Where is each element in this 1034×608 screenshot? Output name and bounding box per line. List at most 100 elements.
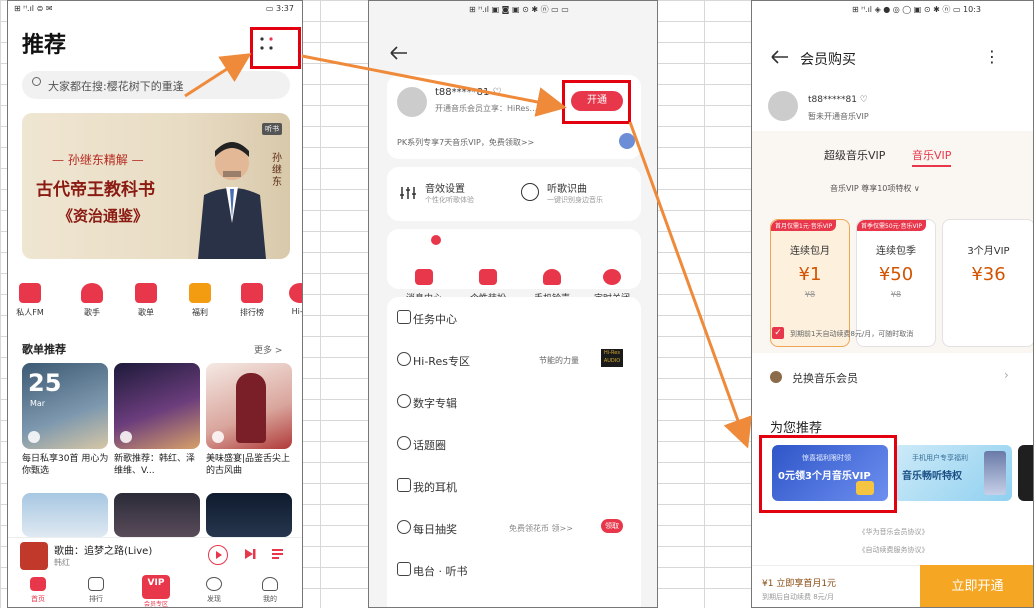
quick-item-welfare[interactable]: 福利	[180, 283, 220, 318]
play-icon[interactable]	[212, 431, 224, 443]
player-title: 歌曲：追梦之路(Live)	[54, 546, 153, 557]
quick-item-singer[interactable]: 歌手	[72, 283, 112, 318]
playlist-tile-night[interactable]	[206, 493, 292, 537]
user-subtitle: 开通音乐会员立享：HiRes...	[435, 104, 538, 113]
search-placeholder: 大家都在搜:樱花树下的重逢	[48, 80, 184, 93]
playlist-queue-icon[interactable]	[270, 546, 286, 566]
package-name: 连续包月	[790, 246, 830, 257]
quick-item-hires[interactable]: Hi-R	[280, 283, 302, 316]
chat-bubble-icon	[415, 269, 433, 285]
tab-mine[interactable]: 我的	[250, 577, 290, 604]
playlist-section-title: 歌单推荐	[22, 343, 66, 356]
promo-link[interactable]: PK系列专享7天音乐VIP，免费领取>>	[397, 137, 534, 148]
gift-icon	[397, 520, 411, 534]
recommend-card-3[interactable]	[1018, 445, 1033, 501]
menu-item-hires[interactable]: Hi-Res专区	[397, 352, 470, 369]
hires-hint: 节能的力量	[539, 356, 579, 365]
back-arrow-icon[interactable]	[770, 49, 790, 69]
menu-item-lottery[interactable]: 每日抽奖	[397, 520, 457, 537]
banner-side-name: 孙继东	[272, 153, 282, 188]
package-name: 连续包季	[876, 246, 916, 257]
user-subtitle: 暂未开通音乐VIP	[808, 112, 869, 121]
agreement-2[interactable]: 《自动续费服务协议》	[752, 545, 1033, 555]
back-arrow-icon[interactable]	[389, 45, 409, 65]
sound-settings-sub: 个性化听歌体验	[425, 196, 474, 204]
agreement-1[interactable]: 《华为音乐会员协议》	[752, 527, 1033, 537]
play-icon[interactable]	[120, 431, 132, 443]
menu-item-digital-album[interactable]: 数字专辑	[397, 394, 457, 411]
recommend-card-2[interactable]: 手机用户专享福利 音乐畅听特权	[894, 445, 1012, 501]
package-tag: 首月仅需1元·音乐VIP	[771, 220, 837, 231]
lottery-hint: 免费领花币 领>>	[509, 524, 573, 533]
exchange-row[interactable]: 兑换音乐会员 ›	[752, 353, 1033, 399]
song-id-title[interactable]: 听歌识曲	[547, 180, 587, 195]
tile-month: Mar	[30, 399, 46, 408]
avatar[interactable]	[768, 91, 798, 121]
playlist-tile-ancient[interactable]	[206, 363, 292, 449]
package-original: ¥8	[804, 290, 816, 299]
package-tag: 首季仅需50元·音乐VIP	[857, 220, 927, 231]
promo-icon	[619, 133, 635, 149]
quick-item-fm[interactable]: 私人FM	[10, 283, 50, 318]
package-price: ¥36	[971, 264, 1006, 285]
playlist-tile-sky[interactable]	[22, 493, 108, 537]
song-id-sub: 一键识别身边音乐	[547, 196, 603, 204]
tab-discover[interactable]: 发现	[194, 577, 234, 604]
quick-item-chart[interactable]: 排行榜	[232, 283, 272, 318]
bottom-tab-bar: 首页 排行 VIP 会员专区 发现 我的	[8, 573, 302, 608]
tab-home[interactable]: 首页	[18, 577, 58, 604]
gift-icon	[189, 283, 211, 303]
menu-item-topics[interactable]: 话题圈	[397, 436, 446, 453]
tile-caption: 每日私享30首 用心为你甄选	[22, 454, 109, 476]
tile-caption: 新歌推荐：韩红、泽维维、V...	[114, 454, 196, 476]
status-bar-right: ▭ 3:37	[265, 4, 294, 13]
tab-music-vip[interactable]: 音乐VIP	[912, 147, 952, 167]
more-options-icon[interactable]: ⋮	[984, 47, 1000, 66]
banner-line2: 古代帝王教科书	[36, 180, 155, 200]
playlist-tile-new[interactable]	[114, 363, 200, 449]
hires-icon	[397, 352, 411, 366]
package-quarterly[interactable]: 首季仅需50元·音乐VIP 连续包季 ¥50 ¥8	[856, 219, 936, 347]
avatar[interactable]	[397, 87, 427, 117]
package-price: ¥50	[878, 264, 914, 285]
earphone-icon	[397, 478, 411, 492]
tab-super-vip[interactable]: 超级音乐VIP	[824, 147, 885, 163]
summary-price: ¥1 立即享首月1元	[762, 579, 837, 589]
playlist-icon	[135, 283, 157, 303]
search-input[interactable]: 大家都在搜:樱花树下的重逢	[22, 71, 290, 99]
buy-now-button[interactable]: 立即开通	[920, 565, 1033, 607]
play-pause-button[interactable]	[208, 545, 228, 565]
settings-card: 音效设置 个性化听歌体验 听歌识曲 一键识别身边音乐	[387, 167, 641, 221]
package-3month[interactable]: 3个月VIP ¥36	[942, 219, 1033, 347]
menu-item-radio[interactable]: 电台 · 听书	[397, 562, 468, 579]
rank-icon	[88, 577, 104, 591]
tile-date: 25	[28, 369, 62, 397]
banner-line1: — 孙继东精解 —	[52, 153, 144, 167]
person-icon	[81, 283, 103, 303]
exchange-label: 兑换音乐会员	[792, 372, 858, 385]
mini-player[interactable]: 歌曲：追梦之路(Live) 韩红	[8, 537, 302, 573]
topic-icon	[397, 436, 411, 450]
sound-settings-title[interactable]: 音效设置	[425, 180, 465, 195]
bell-icon	[543, 269, 561, 285]
vip-sub: 会员专区	[143, 601, 168, 608]
menu-item-headphones[interactable]: 我的耳机	[397, 478, 457, 495]
lottery-badge[interactable]: 领取	[601, 519, 623, 533]
playlist-tile-dark[interactable]	[114, 493, 200, 537]
agree-checkbox[interactable]: ✓	[772, 327, 784, 339]
status-bar: ⊞ ᴴ.ıl ◈ ● ◎ ◯ ▣ ⊙ ✱ ⓝ ▭ 10:3	[852, 5, 982, 14]
tab-rank[interactable]: 排行	[76, 577, 116, 604]
next-track-icon[interactable]	[242, 546, 258, 566]
play-icon[interactable]	[28, 431, 40, 443]
highlight-box-menu	[250, 27, 301, 69]
more-link[interactable]: 更多 >	[254, 343, 282, 356]
figure-illustration	[236, 373, 266, 443]
album-cover	[20, 542, 48, 570]
package-price: ¥1	[798, 264, 822, 285]
privilege-toggle[interactable]: 音乐VIP 尊享10项特权 ∨	[830, 183, 920, 194]
playlist-tile-daily[interactable]: 25 Mar	[22, 363, 108, 449]
search-icon	[32, 77, 41, 86]
promo-banner[interactable]: 听书 — 孙继东精解 — 古代帝王教科书 《资治通鉴》 孙继东	[22, 113, 290, 259]
quick-item-playlist[interactable]: 歌单	[126, 283, 166, 318]
menu-item-tasks[interactable]: 任务中心	[397, 310, 457, 327]
